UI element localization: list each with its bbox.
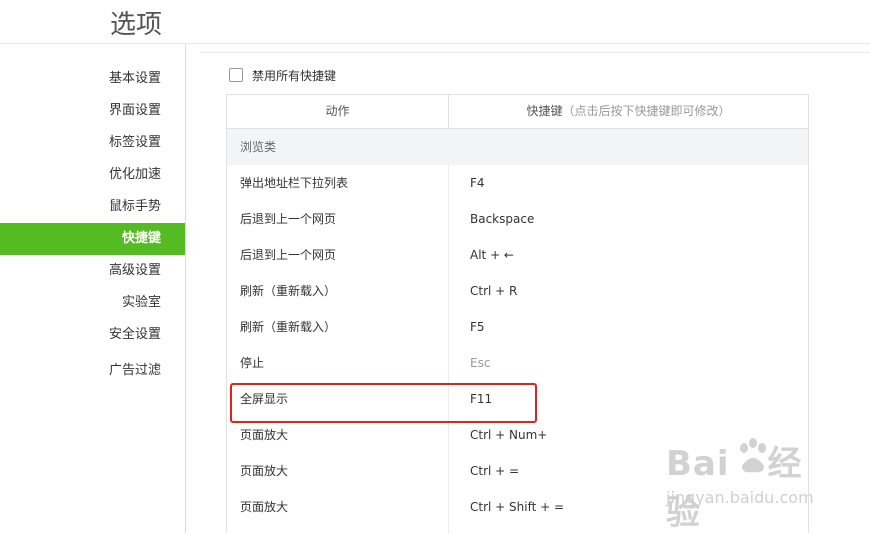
disable-all-shortcuts[interactable]: 禁用所有快捷键 <box>229 66 336 84</box>
column-header-action: 动作 <box>227 95 449 128</box>
sidebar-item-shortcuts[interactable]: 快捷键 <box>0 223 185 255</box>
row-shortcut[interactable]: F5 <box>470 309 485 345</box>
watermark-logo-a: Bai <box>666 444 730 484</box>
sidebar-item-basic[interactable]: 基本设置 <box>0 63 185 95</box>
watermark-url: jingyan.baidu.com <box>666 488 814 507</box>
shortcut-header-label: 快捷键 <box>526 104 563 118</box>
paw-icon <box>740 438 766 473</box>
shortcut-header-hint: （点击后按下快捷键即可修改） <box>562 104 731 118</box>
sidebar-item-tabs[interactable]: 标签设置 <box>0 127 185 159</box>
group-header-browse: 浏览类 <box>227 129 808 165</box>
column-header-shortcut: 快捷键（点击后按下快捷键即可修改） <box>449 95 808 128</box>
row-shortcut[interactable]: Ctrl + Shift + = <box>470 489 564 525</box>
row-action: 弹出地址栏下拉列表 <box>240 176 349 190</box>
row-shortcut[interactable]: F4 <box>470 165 485 201</box>
table-row[interactable]: 后退到上一个网页 Backspace <box>227 201 808 237</box>
disable-all-label: 禁用所有快捷键 <box>252 68 337 83</box>
page-title: 选项 <box>110 10 163 40</box>
row-action: 后退到上一个网页 <box>240 212 337 226</box>
table-row[interactable]: 弹出地址栏下拉列表 F4 <box>227 165 808 201</box>
group-label: 浏览类 <box>240 140 277 154</box>
row-shortcut[interactable]: Ctrl + R <box>470 273 517 309</box>
table-row[interactable]: 刷新（重新载入） Ctrl + R <box>227 273 808 309</box>
sidebar-item-lab[interactable]: 实验室 <box>0 287 185 319</box>
table-row[interactable]: 后退到上一个网页 Alt + ← <box>227 237 808 273</box>
content-divider <box>200 52 870 53</box>
highlight-annotation-box <box>230 383 537 423</box>
row-shortcut[interactable]: Backspace <box>470 201 534 237</box>
row-shortcut[interactable]: Esc <box>470 345 490 381</box>
disable-all-checkbox[interactable] <box>229 68 243 82</box>
row-shortcut[interactable]: Alt + ← <box>470 237 514 273</box>
watermark: Bai 经验 jingyan.baidu.com <box>666 436 826 533</box>
sidebar-item-ui[interactable]: 界面设置 <box>0 95 185 127</box>
table-row[interactable]: 停止 Esc <box>227 345 808 381</box>
sidebar: 基本设置 界面设置 标签设置 优化加速 鼠标手势 快捷键 高级设置 实验室 安全… <box>0 44 186 533</box>
sidebar-item-security[interactable]: 安全设置 <box>0 319 185 351</box>
row-action: 页面放大 <box>240 464 289 478</box>
row-shortcut[interactable]: Ctrl + = <box>470 453 519 489</box>
table-row[interactable]: 刷新（重新载入） F5 <box>227 309 808 345</box>
row-action: 页面放大 <box>240 500 289 514</box>
row-action: 停止 <box>240 356 265 370</box>
row-action: 后退到上一个网页 <box>240 248 337 262</box>
sidebar-item-speedup[interactable]: 优化加速 <box>0 159 185 191</box>
sidebar-item-adblock[interactable]: 广告过滤 <box>0 355 185 387</box>
sidebar-item-mouse-gesture[interactable]: 鼠标手势 <box>0 191 185 223</box>
row-action: 刷新（重新载入） <box>240 284 337 298</box>
sidebar-item-advanced[interactable]: 高级设置 <box>0 255 185 287</box>
row-action: 刷新（重新载入） <box>240 320 337 334</box>
table-header: 动作 快捷键（点击后按下快捷键即可修改） <box>227 95 808 129</box>
